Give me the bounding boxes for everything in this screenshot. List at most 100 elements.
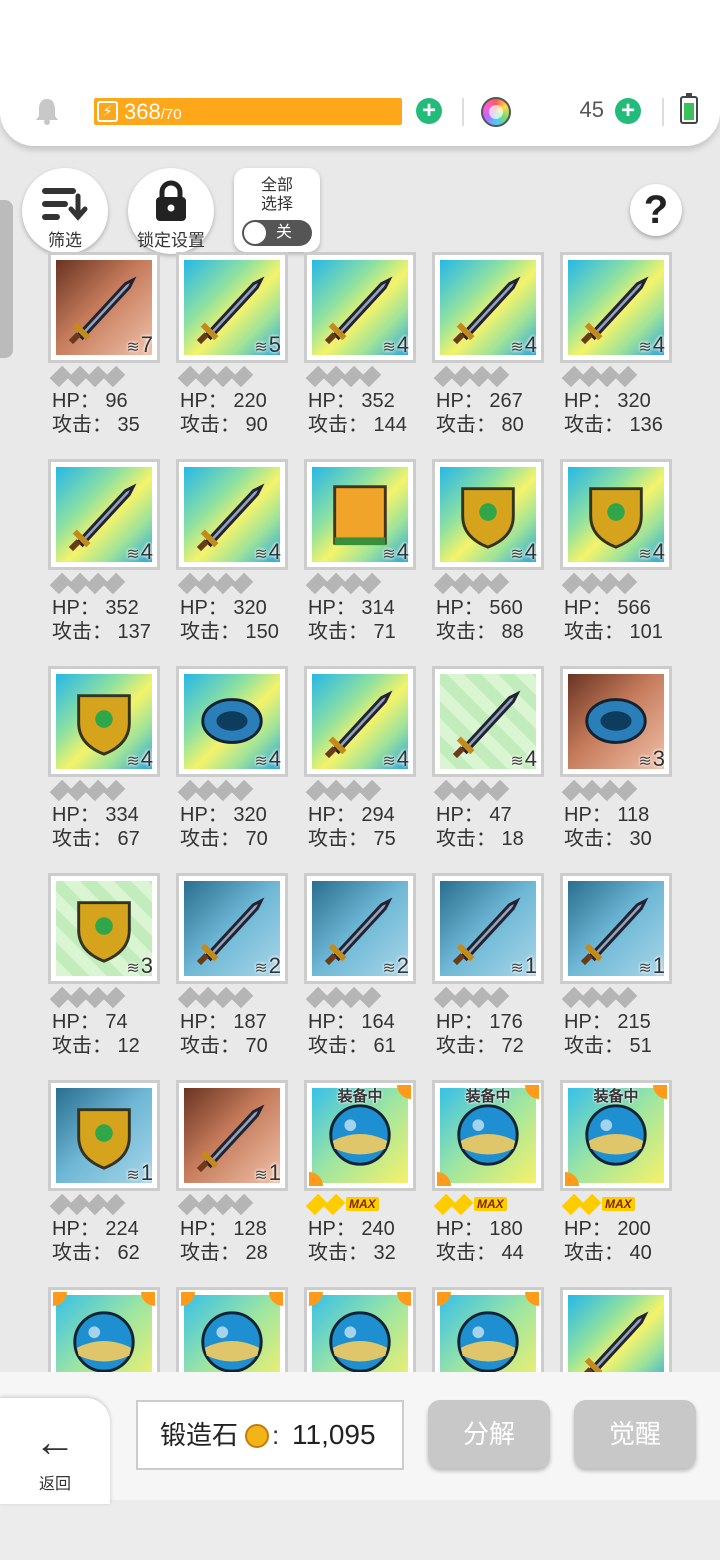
equipment-thumbnail[interactable]: ≋4 xyxy=(560,252,672,363)
equipment-thumbnail[interactable]: 装备中 xyxy=(304,1080,416,1191)
forest-orb-icon xyxy=(329,1104,391,1166)
equipment-thumbnail[interactable]: ≋2 xyxy=(304,873,416,984)
equipment-card[interactable]: ≋4 HP： 560 攻击： 88 xyxy=(432,459,544,644)
stack-icon: ≋ xyxy=(254,1167,268,1184)
equipment-card[interactable]: ≋3 HP： 74 攻击： 12 xyxy=(48,873,160,1058)
attack-stat: 攻击： 137 xyxy=(52,621,151,643)
equipment-card[interactable] xyxy=(48,1287,160,1372)
filter-button[interactable]: 筛选 xyxy=(22,168,108,254)
equipment-card[interactable]: ≋4 HP： 320 攻击： 70 xyxy=(176,666,288,851)
stack-count: ≋4 xyxy=(510,332,537,358)
equipment-card[interactable]: ≋4 HP： 267 攻击： 80 xyxy=(432,252,544,437)
top-status-bar: ⚡ 368/70 + 45 + xyxy=(0,0,720,146)
attack-stat: 攻击： 70 xyxy=(180,1035,268,1057)
hp-stat: HP： 187 xyxy=(180,1011,267,1033)
equipment-card[interactable]: ≋4 HP： 294 攻击： 75 xyxy=(304,666,416,851)
stack-count: ≋4 xyxy=(638,539,665,565)
equipment-thumbnail[interactable]: ≋4 xyxy=(304,666,416,777)
bell-icon[interactable] xyxy=(33,96,61,126)
attack-stat: 攻击： 51 xyxy=(564,1035,652,1057)
select-all-toggle[interactable]: 关 xyxy=(242,220,312,246)
help-button[interactable]: ? xyxy=(630,184,682,236)
equipment-card[interactable]: ≋3 HP： 118 攻击： 30 xyxy=(560,666,672,851)
equipment-card[interactable]: ≋2 HP： 187 攻击： 70 xyxy=(176,873,288,1058)
equipment-card[interactable]: ≋7 HP： 96 攻击： 35 xyxy=(48,252,160,437)
equipment-thumbnail[interactable]: ≋3 xyxy=(560,666,672,777)
equipment-thumbnail[interactable] xyxy=(48,1287,160,1372)
desert-orb-icon xyxy=(457,1104,519,1166)
ocean-orb-icon xyxy=(585,1104,647,1166)
equipment-card[interactable]: ≋4 HP： 314 攻击： 71 xyxy=(304,459,416,644)
equipment-thumbnail[interactable]: ≋5 xyxy=(176,252,288,363)
stack-count: ≋1 xyxy=(254,1160,281,1186)
equipment-card[interactable]: ≋4 HP： 47 攻击： 18 xyxy=(432,666,544,851)
equipment-card[interactable]: 装备中 MAX HP： 200 攻击： 40 xyxy=(560,1080,672,1265)
stack-count: ≋1 xyxy=(510,953,537,979)
equipment-thumbnail[interactable]: ≋3 xyxy=(48,873,160,984)
equipment-thumbnail[interactable]: 装备中 xyxy=(432,1080,544,1191)
equipment-thumbnail[interactable]: ≋4 xyxy=(432,666,544,777)
equipment-thumbnail[interactable]: ≋4 xyxy=(48,666,160,777)
hp-stat: HP： 352 xyxy=(308,390,395,412)
rarity-diamonds xyxy=(176,1193,288,1217)
equipment-thumbnail[interactable]: ≋1 xyxy=(432,873,544,984)
equipment-card[interactable]: ≋4 HP： 352 攻击： 137 xyxy=(48,459,160,644)
attack-stat: 攻击： 40 xyxy=(564,1242,652,1264)
equipment-card[interactable]: 装备中 MAX HP： 180 攻击： 44 xyxy=(432,1080,544,1265)
equipment-thumbnail[interactable]: ≋4 xyxy=(176,459,288,570)
equipment-card[interactable] xyxy=(560,1287,672,1372)
equipment-thumbnail[interactable] xyxy=(304,1287,416,1372)
equipment-card[interactable]: ≋5 HP： 220 攻击： 90 xyxy=(176,252,288,437)
equipment-card[interactable]: 装备中 MAX HP： 240 攻击： 32 xyxy=(304,1080,416,1265)
equipment-thumbnail[interactable]: ≋2 xyxy=(176,873,288,984)
equipment-thumbnail[interactable]: ≋1 xyxy=(48,1080,160,1191)
equipment-thumbnail[interactable]: ≋4 xyxy=(304,252,416,363)
equipment-card[interactable]: ≋4 HP： 320 攻击： 150 xyxy=(176,459,288,644)
rarity-diamonds xyxy=(304,365,416,389)
awaken-button[interactable]: 觉醒 xyxy=(574,1400,696,1468)
stack-count: ≋4 xyxy=(382,332,409,358)
equipment-thumbnail[interactable]: ≋4 xyxy=(432,252,544,363)
rarity-diamonds: MAX xyxy=(560,1193,672,1217)
back-button[interactable]: ← 返回 xyxy=(0,1398,110,1504)
battery-icon xyxy=(680,93,698,124)
equipment-card[interactable]: ≋4 HP： 352 攻击： 144 xyxy=(304,252,416,437)
stack-count: ≋4 xyxy=(510,746,537,772)
equipment-card[interactable]: ≋1 HP： 224 攻击： 62 xyxy=(48,1080,160,1265)
decompose-button[interactable]: 分解 xyxy=(428,1400,550,1468)
attack-stat: 攻击： 101 xyxy=(564,621,663,643)
lock-settings-button[interactable]: 锁定设置 xyxy=(128,168,214,254)
equipment-thumbnail[interactable]: ≋4 xyxy=(560,459,672,570)
equipment-thumbnail[interactable]: ≋7 xyxy=(48,252,160,363)
equipment-thumbnail[interactable]: ≋4 xyxy=(48,459,160,570)
equipment-thumbnail[interactable]: ≋1 xyxy=(560,873,672,984)
equipment-card[interactable]: ≋1 HP： 128 攻击： 28 xyxy=(176,1080,288,1265)
attack-stat: 攻击： 35 xyxy=(52,414,140,436)
equipment-thumbnail[interactable]: ≋1 xyxy=(176,1080,288,1191)
equipment-thumbnail[interactable] xyxy=(560,1287,672,1372)
equipment-thumbnail[interactable] xyxy=(432,1287,544,1372)
attack-stat: 攻击： 32 xyxy=(308,1242,396,1264)
equipment-card[interactable]: ≋4 HP： 320 攻击： 136 xyxy=(560,252,672,437)
equipment-card[interactable]: ≋2 HP： 164 攻击： 61 xyxy=(304,873,416,1058)
hp-stat: HP： 180 xyxy=(436,1218,523,1240)
equipment-card[interactable] xyxy=(176,1287,288,1372)
stack-icon: ≋ xyxy=(382,546,396,563)
equipment-card[interactable]: ≋1 HP： 215 攻击： 51 xyxy=(560,873,672,1058)
add-energy-button[interactable]: + xyxy=(416,98,442,124)
add-gem-button[interactable]: + xyxy=(615,98,641,124)
equipment-thumbnail[interactable]: ≋4 xyxy=(304,459,416,570)
equipment-card[interactable]: ≋1 HP： 176 攻击： 72 xyxy=(432,873,544,1058)
rarity-diamond-icon xyxy=(323,1193,346,1216)
equipment-thumbnail[interactable]: ≋4 xyxy=(432,459,544,570)
stack-icon: ≋ xyxy=(126,960,140,977)
equipment-card[interactable]: ≋4 HP： 334 攻击： 67 xyxy=(48,666,160,851)
equipment-card[interactable] xyxy=(304,1287,416,1372)
equipment-card[interactable] xyxy=(432,1287,544,1372)
stack-count-value: 1 xyxy=(652,953,665,978)
equipment-card[interactable]: ≋4 HP： 566 攻击： 101 xyxy=(560,459,672,644)
equipment-thumbnail[interactable]: ≋4 xyxy=(176,666,288,777)
equipment-thumbnail[interactable]: 装备中 xyxy=(560,1080,672,1191)
equipment-thumbnail[interactable] xyxy=(176,1287,288,1372)
attack-stat: 攻击： 71 xyxy=(308,621,396,643)
